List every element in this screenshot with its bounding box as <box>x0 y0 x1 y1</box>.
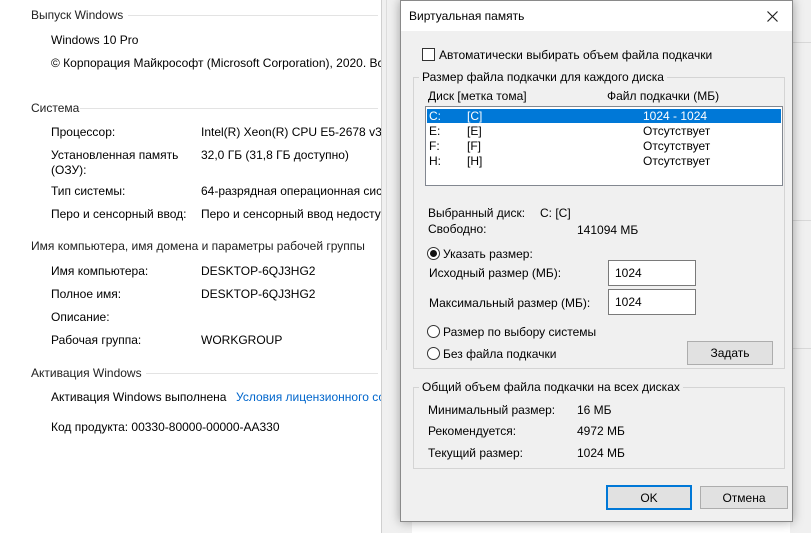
min-size-label: Минимальный размер: <box>428 403 556 417</box>
license-terms-link[interactable]: Условия лицензионного согл <box>236 390 396 404</box>
drive-volume-label: [C] <box>467 109 483 123</box>
pagefile-column-header: Файл подкачки (МБ) <box>607 89 720 103</box>
drive-pagefile-size: Отсутствует <box>643 154 711 168</box>
memory-value: 32,0 ГБ (31,8 ГБ доступно) <box>201 148 349 162</box>
virtual-memory-dialog: Виртуальная память Автоматически выбират… <box>400 0 793 522</box>
no-pagefile-label[interactable]: Без файла подкачки <box>443 347 556 361</box>
no-pagefile-radio[interactable] <box>427 347 440 360</box>
description-label: Описание: <box>51 310 110 324</box>
product-key: Код продукта: 00330-80000-00000-AA330 <box>51 420 280 434</box>
processor-value: Intel(R) Xeon(R) CPU E5-2678 v3 @ <box>201 125 398 139</box>
background-window-right <box>790 0 811 533</box>
workgroup-label: Рабочая группа: <box>51 333 142 347</box>
selected-drive-value: C: [C] <box>540 206 571 220</box>
windows-edition-heading: Выпуск Windows <box>31 8 124 22</box>
system-heading: Система <box>31 101 80 115</box>
system-managed-radio[interactable] <box>427 325 440 338</box>
drive-row-c[interactable]: C: [C] 1024 - 1024 <box>427 109 781 123</box>
memory-label: Установленная память <box>51 148 179 162</box>
system-type-label: Тип системы: <box>51 184 126 198</box>
drive-volume-label: [F] <box>467 139 481 153</box>
total-pagefile-group-label: Общий объем файла подкачки на всех диска… <box>419 380 683 394</box>
copyright-text: © Корпорация Майкрософт (Microsoft Corpo… <box>51 56 391 70</box>
drive-pagefile-size: Отсутствует <box>643 139 711 153</box>
pen-touch-label: Перо и сенсорный ввод: <box>51 207 187 221</box>
drive-letter: E: <box>429 124 441 138</box>
drive-row-e[interactable]: E: [E] Отсутствует <box>427 124 781 138</box>
ok-button[interactable]: OK <box>606 485 692 510</box>
full-name-label: Полное имя: <box>51 287 122 301</box>
divider <box>80 108 378 109</box>
max-size-value: 1024 <box>615 295 642 309</box>
full-name-value: DESKTOP-6QJ3HG2 <box>201 287 316 301</box>
drive-pagefile-size: 1024 - 1024 <box>643 109 708 123</box>
initial-size-label: Исходный размер (МБ): <box>429 266 562 280</box>
drive-row-f[interactable]: F: [F] Отсутствует <box>427 139 781 153</box>
system-type-value: 64-разрядная операционная сист <box>201 184 388 198</box>
recommended-value: 4972 МБ <box>577 424 625 438</box>
pen-touch-value: Перо и сенсорный ввод недосту <box>201 207 381 221</box>
computer-name-value: DESKTOP-6QJ3HG2 <box>201 264 316 278</box>
drive-pagefile-size: Отсутствует <box>643 124 711 138</box>
drive-column-header: Диск [метка тома] <box>428 89 527 103</box>
min-size-value: 16 МБ <box>577 403 612 417</box>
close-button[interactable] <box>752 1 792 31</box>
drive-row-h[interactable]: H: [H] Отсутствует <box>427 154 781 168</box>
computer-name-heading: Имя компьютера, имя домена и параметры р… <box>31 239 365 253</box>
workgroup-value: WORKGROUP <box>201 333 283 347</box>
free-space-value: 141094 МБ <box>577 223 639 237</box>
divider <box>790 42 811 43</box>
drive-letter: C: <box>429 109 441 123</box>
divider <box>146 373 378 374</box>
initial-size-value: 1024 <box>615 266 642 280</box>
close-icon <box>766 10 778 22</box>
current-size-label: Текущий размер: <box>428 446 523 460</box>
activation-heading: Активация Windows <box>31 366 142 380</box>
divider <box>790 348 811 349</box>
max-size-label: Максимальный размер (МБ): <box>429 296 591 310</box>
divider <box>128 15 378 16</box>
processor-label: Процессор: <box>51 125 116 139</box>
divider <box>386 0 387 350</box>
set-button[interactable]: Задать <box>687 341 773 365</box>
system-managed-label[interactable]: Размер по выбору системы <box>443 325 596 339</box>
drive-list[interactable]: C: [C] 1024 - 1024 E: [E] Отсутствует F:… <box>425 106 783 186</box>
drive-volume-label: [H] <box>467 154 483 168</box>
cancel-button[interactable]: Отмена <box>700 486 788 509</box>
dialog-title: Виртуальная память <box>409 9 525 23</box>
custom-size-label[interactable]: Указать размер: <box>443 247 533 261</box>
recommended-label: Рекомендуется: <box>428 424 517 438</box>
custom-size-radio[interactable] <box>427 247 440 260</box>
free-space-label: Свободно: <box>428 222 487 236</box>
drive-volume-label: [E] <box>467 124 482 138</box>
initial-size-input[interactable]: 1024 <box>608 260 696 286</box>
title-bar[interactable]: Виртуальная память <box>401 1 792 31</box>
drive-letter: F: <box>429 139 440 153</box>
max-size-input[interactable]: 1024 <box>608 289 696 315</box>
auto-manage-checkbox[interactable] <box>422 48 435 61</box>
selected-drive-label: Выбранный диск: <box>428 206 526 220</box>
computer-name-label: Имя компьютера: <box>51 264 149 278</box>
windows-edition-value: Windows 10 Pro <box>51 33 139 47</box>
auto-manage-label[interactable]: Автоматически выбирать объем файла подка… <box>439 48 712 62</box>
divider <box>790 220 811 221</box>
per-drive-group-label: Размер файла подкачки для каждого диска <box>419 70 667 84</box>
memory-label-2: (ОЗУ): <box>51 163 87 177</box>
current-size-value: 1024 МБ <box>577 446 625 460</box>
drive-letter: H: <box>429 154 441 168</box>
activation-status: Активация Windows выполнена <box>51 390 227 404</box>
